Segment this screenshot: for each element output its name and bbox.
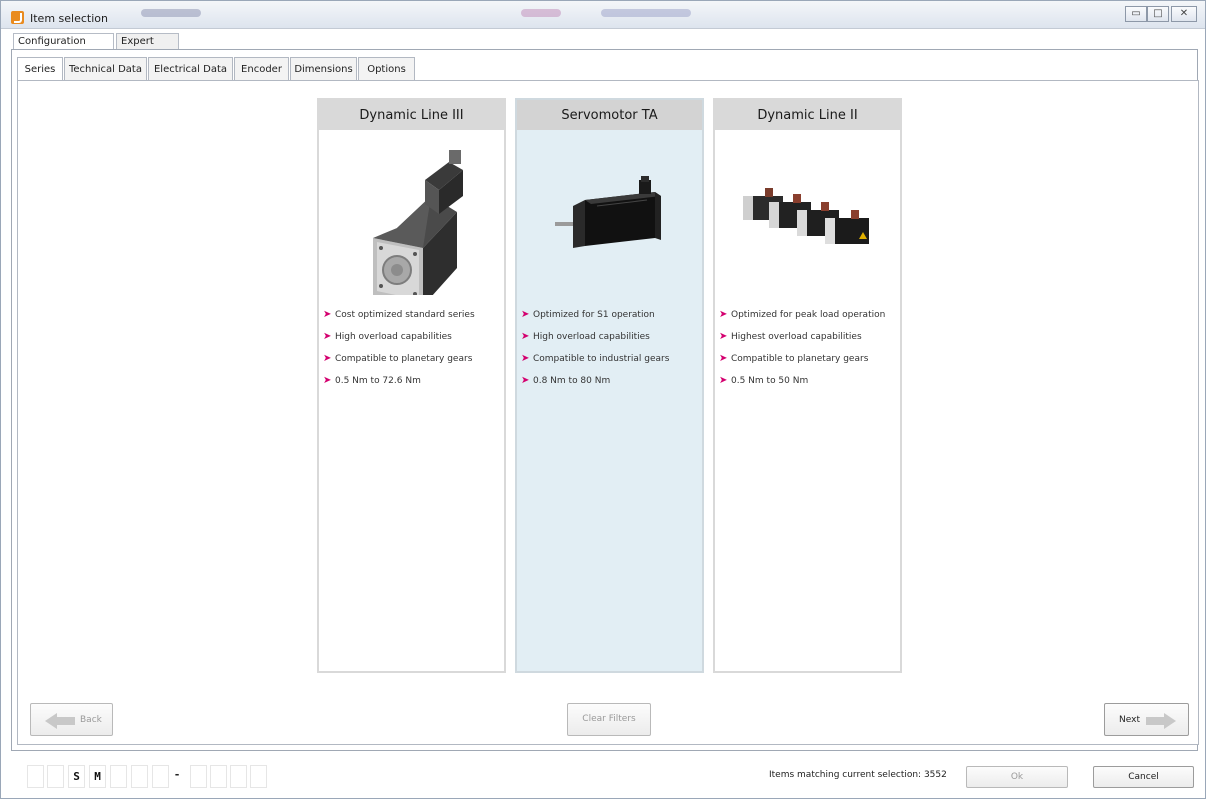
close-icon: ✕	[1179, 8, 1189, 19]
feature-text: Optimized for peak load operation	[731, 310, 886, 320]
list-item: ➤ 0.8 Nm to 80 Nm	[521, 374, 669, 396]
tab-expert-view[interactable]: Expert view	[116, 33, 179, 63]
arrow-bullet-icon: ➤	[521, 375, 530, 386]
list-item: ➤ Optimized for peak load operation	[719, 308, 885, 330]
title-bar-decoration	[521, 9, 561, 17]
type-code-char	[131, 765, 148, 788]
motor-group-photo	[743, 188, 869, 244]
list-item: ➤ Highest overload capabilities	[719, 330, 885, 352]
arrow-bullet-icon: ➤	[323, 353, 332, 364]
type-code-char	[210, 765, 227, 788]
series-feature-list: ➤ Optimized for peak load operation ➤ High…	[719, 308, 885, 396]
list-item: ➤ Compatible to industrial gears	[521, 352, 669, 374]
series-feature-list: ➤ Optimized for S1 operation ➤ High overlo…	[521, 308, 669, 396]
series-card-dynamic-line-iii[interactable]: Dynamic Line III ➤ Cost optimized standar…	[317, 98, 506, 673]
feature-text: 0.5 Nm to 50 Nm	[731, 376, 809, 386]
cancel-button[interactable]: Cancel	[1093, 766, 1194, 788]
list-item: ➤ Compatible to planetary gears	[719, 352, 885, 374]
minimize-icon: ▭	[1131, 8, 1141, 19]
arrow-bullet-icon: ➤	[719, 353, 728, 364]
window-title: Item selection	[30, 12, 108, 25]
minimize-button[interactable]: ▭	[1125, 6, 1147, 22]
arrow-bullet-icon: ➤	[323, 309, 332, 320]
feature-text: Compatible to industrial gears	[533, 354, 670, 364]
feature-text: 0.8 Nm to 80 Nm	[533, 376, 611, 386]
right-arrow-icon	[1146, 713, 1176, 729]
type-code-char	[190, 765, 207, 788]
series-card-title: Dynamic Line III	[319, 100, 504, 130]
type-code-char	[47, 765, 64, 788]
feature-text: 0.5 Nm to 72.6 Nm	[335, 376, 421, 386]
ok-button[interactable]: Ok	[966, 766, 1068, 788]
maximize-button[interactable]: □	[1147, 6, 1169, 22]
feature-text: Cost optimized standard series	[335, 310, 475, 320]
type-code-char: S	[68, 765, 85, 788]
tab-options[interactable]: Options	[358, 57, 415, 81]
tab-configuration-wizard[interactable]: Configuration wizard	[13, 33, 114, 63]
title-bar-decoration	[601, 9, 691, 17]
maximize-icon: □	[1153, 8, 1163, 19]
series-card-dynamic-line-ii[interactable]: Dynamic Line II ➤ Optimized for peak loa…	[713, 98, 902, 673]
arrow-bullet-icon: ➤	[521, 353, 530, 364]
left-arrow-icon	[45, 713, 75, 729]
feature-text: Highest overload capabilities	[731, 332, 862, 342]
series-feature-list: ➤ Cost optimized standard series ➤ High ov…	[323, 308, 475, 396]
title-bar-decoration	[141, 9, 201, 17]
arrow-bullet-icon: ➤	[719, 309, 728, 320]
type-code-char: M	[89, 765, 106, 788]
tab-technical-data[interactable]: Technical Data	[64, 57, 147, 81]
list-item: ➤ 0.5 Nm to 72.6 Nm	[323, 374, 475, 396]
feature-text: Compatible to planetary gears	[731, 354, 869, 364]
feature-text: Compatible to planetary gears	[335, 354, 473, 364]
feature-text: Optimized for S1 operation	[533, 310, 655, 320]
title-bar: Item selection ▭ □ ✕	[1, 1, 1205, 29]
series-card-servomotor-ta[interactable]: Servomotor TA ➤ Optimized for S1 operatio…	[515, 98, 704, 673]
close-button[interactable]: ✕	[1171, 6, 1197, 22]
tab-encoder[interactable]: Encoder	[234, 57, 289, 81]
clear-filters-button[interactable]: Clear Filters	[567, 703, 651, 736]
black-servomotor-photo	[555, 176, 661, 248]
back-button-label: Back	[80, 714, 102, 725]
series-card-title: Servomotor TA	[517, 100, 702, 130]
series-card-title: Dynamic Line II	[715, 100, 900, 130]
arrow-bullet-icon: ➤	[719, 375, 728, 386]
item-selection-window: Item selection ▭ □ ✕ Configuration wizar…	[0, 0, 1206, 799]
list-item: ➤ Compatible to planetary gears	[323, 352, 475, 374]
back-button[interactable]: Back	[30, 703, 113, 736]
type-code-char	[152, 765, 169, 788]
feature-text: High overload capabilities	[533, 332, 650, 342]
tab-electrical-data[interactable]: Electrical Data	[148, 57, 233, 81]
next-button[interactable]: Next	[1104, 703, 1189, 736]
type-code-char	[27, 765, 44, 788]
type-code-char	[230, 765, 247, 788]
list-item: ➤ Optimized for S1 operation	[521, 308, 669, 330]
list-item: ➤ 0.5 Nm to 50 Nm	[719, 374, 885, 396]
arrow-bullet-icon: ➤	[719, 331, 728, 342]
next-button-label: Next	[1119, 714, 1140, 725]
arrow-bullet-icon: ➤	[521, 309, 530, 320]
tab-dimensions[interactable]: Dimensions	[290, 57, 357, 81]
arrow-bullet-icon: ➤	[521, 331, 530, 342]
list-item: ➤ Cost optimized standard series	[323, 308, 475, 330]
tab-series[interactable]: Series	[17, 57, 63, 82]
arrow-bullet-icon: ➤	[323, 331, 332, 342]
type-code-char	[110, 765, 127, 788]
type-code-char	[250, 765, 267, 788]
type-code-separator: -	[173, 768, 181, 781]
app-logo-icon	[11, 11, 24, 24]
feature-text: High overload capabilities	[335, 332, 452, 342]
arrow-bullet-icon: ➤	[323, 375, 332, 386]
list-item: ➤ High overload capabilities	[521, 330, 669, 352]
list-item: ➤ High overload capabilities	[323, 330, 475, 352]
matching-items-status: Items matching current selection: 3552	[769, 770, 947, 780]
single-servo-motor-photo	[373, 150, 463, 295]
